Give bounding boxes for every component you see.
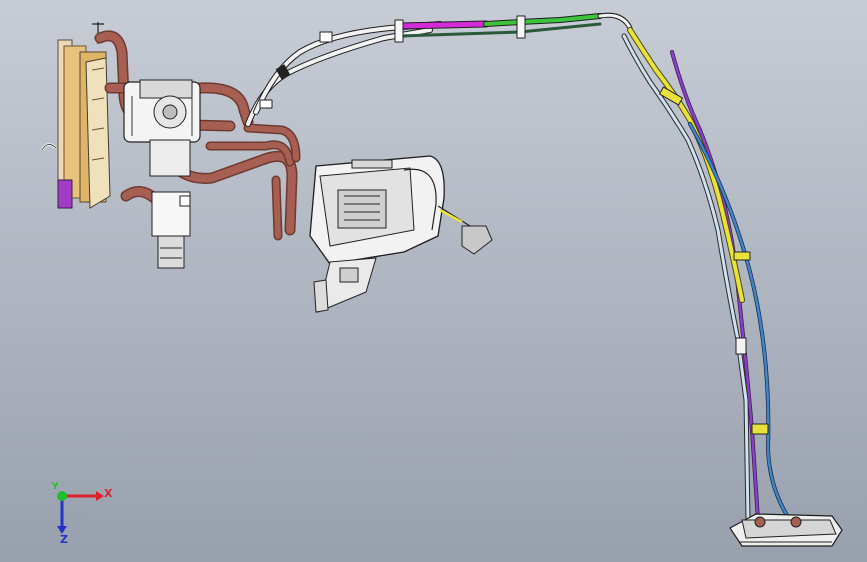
rear-evaporator[interactable] [729,513,843,547]
axis-triad [57,491,104,534]
compressor[interactable] [123,79,201,177]
hvac-module[interactable] [309,155,493,313]
x-axis-arrowhead [96,491,104,501]
refrigerant-hoses[interactable] [245,12,633,127]
radiator-assembly[interactable] [40,22,111,209]
z-axis-label: Z [60,533,68,546]
y-axis-label: Y [52,482,59,492]
y-axis-origin [57,491,67,501]
x-axis-label: X [104,487,113,500]
rear-ac-lines[interactable] [621,27,792,523]
model-canvas[interactable] [0,0,867,562]
cad-viewport[interactable]: X Y Z [0,0,867,562]
receiver-drier[interactable] [151,191,191,269]
